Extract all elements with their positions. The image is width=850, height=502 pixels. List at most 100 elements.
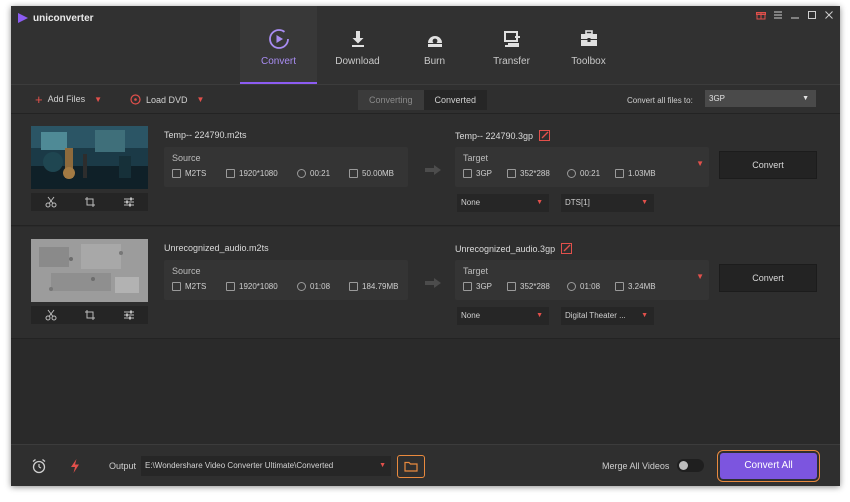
output-format-value: 3GP [709,94,726,103]
transfer-icon [503,31,520,47]
resolution-icon [507,169,516,178]
source-label: Source [172,153,201,163]
tab-toolbox[interactable]: Toolbox [550,6,627,84]
convert-all-button[interactable]: Convert All [717,450,820,482]
tab-converted[interactable]: Converted [423,90,488,110]
target-duration: 00:21 [567,169,600,178]
target-label: Target [463,266,489,276]
target-resolution: 352*288 [507,282,550,291]
app-window: uniconverter Convert Download Burn Trans… [11,6,840,486]
minimize-icon[interactable] [789,9,800,20]
clock-icon [567,282,576,291]
resolution-icon [226,282,235,291]
tab-transfer[interactable]: Transfer [473,6,550,84]
source-info: Source M2TS 1920*1080 00:21 50.00MB [164,147,408,187]
folder-icon [615,169,624,178]
effects-icon[interactable] [123,196,135,208]
film-icon [463,169,472,178]
target-label: Target [463,153,489,163]
audio-track-select[interactable]: Digital Theater ... ▼ [561,307,654,325]
video-thumbnail[interactable] [31,126,148,189]
toolbar: + Add Files ▼ Load DVD ▼ Converting Conv… [11,84,840,114]
add-files-label: Add Files [47,94,86,104]
tab-download[interactable]: Download [319,6,396,84]
tab-convert[interactable]: Convert [240,6,317,84]
source-size: 184.79MB [349,282,398,291]
output-label: Output [109,461,137,471]
video-thumbnail[interactable] [31,239,148,302]
folder-icon [349,282,358,291]
alarm-clock-icon[interactable] [31,458,47,474]
merge-all-toggle[interactable] [677,459,704,472]
convert-button[interactable]: Convert [719,264,817,292]
clock-icon [297,169,306,178]
source-info: Source M2TS 1920*1080 01:08 184.79MB [164,260,408,300]
effects-icon[interactable] [123,309,135,321]
target-format: 3GP [463,282,492,291]
source-format: M2TS [172,169,206,178]
convert-all-to-label: Convert all files to: [627,96,693,105]
dvd-icon [130,94,141,105]
audio-track-select[interactable]: DTS[1] ▼ [561,194,654,212]
convert-button[interactable]: Convert [719,151,817,179]
trim-icon[interactable] [45,196,57,208]
film-icon [172,282,181,291]
source-file-name: Temp-- 224790.m2ts [164,130,247,140]
target-resolution: 352*288 [507,169,550,178]
chevron-down-icon[interactable]: ▼ [197,95,205,104]
convert-icon [268,29,289,49]
open-folder-button[interactable] [397,455,425,478]
edit-icon[interactable] [561,243,573,254]
target-info[interactable]: Target 3GP 352*288 01:08 3.24MB ▼ [455,260,709,300]
target-size: 3.24MB [615,282,656,291]
lightning-icon[interactable] [67,458,83,474]
chevron-down-icon: ▼ [536,199,543,206]
menu-icon[interactable] [772,9,783,20]
folder-icon [349,169,358,178]
film-icon [463,282,472,291]
target-info[interactable]: Target 3GP 352*288 00:21 1.03MB ▼ [455,147,709,187]
source-label: Source [172,266,201,276]
title-bar: uniconverter Convert Download Burn Trans… [11,6,840,84]
tab-download-label: Download [335,56,380,67]
gift-icon[interactable] [755,9,766,20]
source-resolution: 1920*1080 [226,282,278,291]
target-duration: 01:08 [567,282,600,291]
crop-icon[interactable] [84,309,96,321]
tab-burn-label: Burn [423,56,446,67]
subtitle-select[interactable]: None ▼ [457,194,549,212]
tab-toolbox-label: Toolbox [571,56,606,67]
arrow-right-icon [425,278,441,288]
folder-icon [404,461,418,472]
tab-converting[interactable]: Converting [358,90,424,110]
thumbnail-toolbar [31,193,148,211]
maximize-icon[interactable] [806,9,817,20]
convert-all-label: Convert All [720,453,817,479]
source-duration: 00:21 [297,169,330,178]
chevron-down-icon[interactable]: ▼ [94,95,102,104]
add-files-button[interactable]: + Add Files ▼ [35,93,102,106]
edit-icon[interactable] [539,130,551,141]
load-dvd-button[interactable]: Load DVD ▼ [130,94,204,105]
chevron-down-icon: ▼ [536,312,543,319]
close-icon[interactable] [823,9,834,20]
trim-icon[interactable] [45,309,57,321]
window-controls [755,9,834,20]
subtitle-select[interactable]: None ▼ [457,307,549,325]
output-path-select[interactable]: E:\Wondershare Video Converter Ultimate\… [141,456,391,476]
tab-convert-label: Convert [260,56,296,67]
chevron-down-icon[interactable]: ▼ [696,272,704,281]
chevron-down-icon[interactable]: ▼ [696,159,704,168]
source-file-name: Unrecognized_audio.m2ts [164,243,269,253]
tab-transfer-label: Transfer [493,56,530,67]
chevron-down-icon: ▼ [379,462,386,469]
crop-icon[interactable] [84,196,96,208]
output-format-select[interactable]: 3GP ▼ [705,90,816,107]
tab-burn[interactable]: Burn [396,6,473,84]
target-file-name: Temp-- 224790.3gp [455,130,551,141]
merge-all-label: Merge All Videos [602,461,670,471]
arrow-right-icon [425,165,441,175]
toolbox-icon [580,30,597,46]
list-item: Unrecognized_audio.m2ts Source M2TS 1920… [11,227,840,339]
folder-icon [615,282,624,291]
